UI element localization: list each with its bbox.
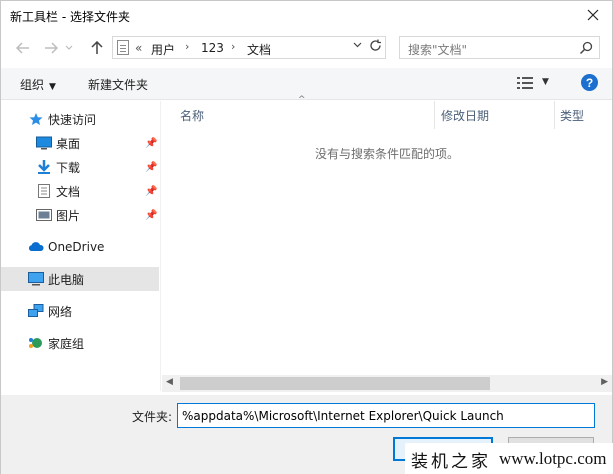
chevron-down-icon	[65, 45, 73, 50]
sidebar-item-downloads[interactable]: 下载 📌	[1, 155, 159, 179]
sidebar-label: 图片	[56, 208, 81, 223]
breadcrumb-separator[interactable]: ›	[185, 40, 189, 53]
close-icon	[587, 9, 599, 21]
sidebar-item-homegroup[interactable]: 家庭组	[1, 331, 159, 355]
back-button[interactable]	[13, 38, 33, 58]
sidebar-label: 桌面	[56, 136, 81, 151]
caret-down-icon: ▼	[49, 82, 56, 92]
up-button[interactable]	[87, 38, 107, 58]
sidebar-item-documents[interactable]: 文档 📌	[1, 179, 159, 203]
column-header-date[interactable]: 修改日期	[441, 107, 489, 124]
command-toolbar: 组织 ▼ 新建文件夹 ▼ ?	[1, 68, 612, 100]
navigation-bar: « 用户 › 123 › 文档 搜索"文档"	[1, 35, 612, 61]
network-icon	[28, 304, 44, 317]
chevron-down-icon	[353, 42, 362, 48]
sort-ascending-icon: ^	[298, 95, 306, 105]
search-icon	[579, 41, 593, 55]
folder-path-input[interactable]	[177, 403, 595, 428]
folder-label: 文件夹:	[132, 410, 173, 424]
scroll-left-icon[interactable]: ◀	[166, 377, 173, 387]
column-divider[interactable]	[434, 101, 435, 129]
sidebar-item-quick-access[interactable]: 快速访问	[1, 107, 159, 131]
close-button[interactable]	[582, 5, 604, 25]
download-icon	[38, 160, 50, 174]
breadcrumb-overflow[interactable]: «	[135, 41, 142, 55]
sidebar-item-network[interactable]: 网络	[1, 299, 159, 323]
picture-icon	[36, 209, 52, 221]
file-list[interactable]: ^ 名称 修改日期 类型 没有与搜索条件匹配的项。	[162, 95, 612, 375]
star-icon	[29, 113, 43, 125]
cloud-icon	[28, 242, 44, 251]
refresh-button[interactable]	[369, 39, 382, 56]
sidebar-item-pictures[interactable]: 图片 📌	[1, 203, 159, 227]
view-dropdown-button[interactable]: ▼	[542, 77, 549, 87]
new-folder-button[interactable]: 新建文件夹	[88, 76, 148, 93]
organize-button[interactable]: 组织 ▼	[20, 76, 56, 93]
sidebar-item-onedrive[interactable]: OneDrive	[1, 235, 159, 259]
address-bar[interactable]: « 用户 › 123 › 文档	[112, 36, 386, 59]
sidebar-label: 家庭组	[48, 336, 85, 351]
computer-icon	[28, 272, 44, 286]
column-header-type[interactable]: 类型	[560, 107, 584, 124]
watermark-url: www.lotpc.com	[499, 449, 607, 468]
recent-locations-button[interactable]	[63, 38, 75, 58]
homegroup-icon	[29, 338, 42, 348]
pin-icon[interactable]: 📌	[145, 210, 157, 221]
organize-label: 组织	[20, 78, 45, 92]
up-arrow-icon	[91, 41, 103, 54]
sidebar-label: 下载	[56, 160, 81, 175]
navigation-pane: 快速访问 桌面 📌 下载 📌 文档 📌 图片 📌 OneDrive 此电脑 网络…	[1, 101, 161, 391]
scroll-thumb[interactable]	[180, 377, 490, 390]
site-watermark: 装机之家 www.lotpc.com	[405, 443, 613, 474]
pin-icon[interactable]: 📌	[145, 138, 157, 149]
sidebar-label: 文档	[56, 184, 81, 199]
back-arrow-icon	[16, 42, 29, 54]
document-icon	[38, 184, 50, 198]
address-history-dropdown[interactable]	[353, 40, 362, 51]
breadcrumb-documents[interactable]: 文档	[247, 41, 271, 58]
pin-icon[interactable]: 📌	[145, 162, 157, 173]
sidebar-label: 快速访问	[48, 112, 97, 127]
column-divider[interactable]	[554, 101, 555, 129]
title-bar: 新工具栏 - 选择文件夹	[1, 1, 612, 31]
sidebar-label: 网络	[48, 304, 73, 319]
desktop-icon	[36, 136, 52, 150]
column-header-name[interactable]: 名称	[180, 107, 204, 124]
search-box[interactable]: 搜索"文档"	[399, 36, 600, 59]
scroll-right-icon[interactable]: ▶	[601, 377, 608, 387]
help-icon[interactable]: ?	[581, 74, 598, 91]
empty-message: 没有与搜索条件匹配的项。	[314, 147, 459, 161]
sidebar-label: OneDrive	[48, 240, 105, 254]
search-input[interactable]: 搜索"文档"	[408, 41, 467, 58]
sidebar-label: 此电脑	[48, 272, 85, 287]
pin-icon[interactable]: 📌	[145, 186, 157, 197]
sidebar-item-desktop[interactable]: 桌面 📌	[1, 131, 159, 155]
refresh-icon	[370, 39, 381, 51]
forward-button[interactable]	[41, 38, 61, 58]
forward-arrow-icon	[45, 42, 58, 54]
sidebar-item-this-pc[interactable]: 此电脑	[1, 267, 159, 291]
window-title: 新工具栏 - 选择文件夹	[10, 10, 130, 24]
view-options-icon[interactable]	[517, 77, 533, 89]
breadcrumb-separator[interactable]: ›	[231, 40, 235, 53]
horizontal-scrollbar[interactable]: ◀ ▶	[162, 375, 612, 392]
document-folder-icon	[117, 40, 129, 55]
folder-picker-dialog: 新工具栏 - 选择文件夹 « 用户 › 123 › 文档 搜索"文档" 组织 ▼…	[0, 0, 613, 474]
breadcrumb-users[interactable]: 用户	[151, 41, 175, 58]
watermark-chinese: 装机之家	[411, 451, 491, 472]
breadcrumb-123[interactable]: 123	[201, 41, 224, 55]
